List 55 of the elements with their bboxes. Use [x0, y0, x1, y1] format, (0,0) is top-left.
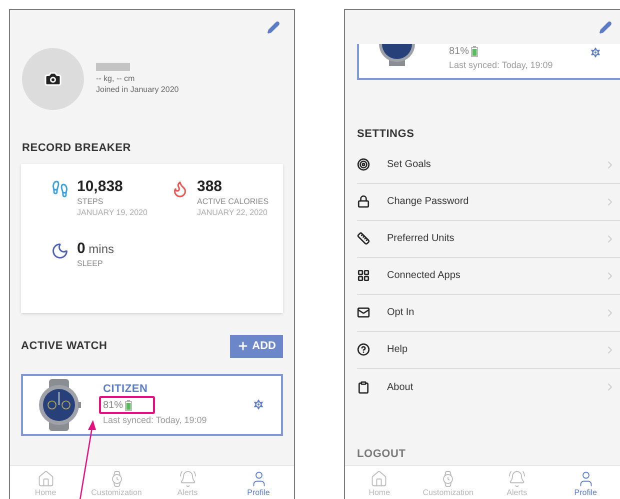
last-synced: Last synced: Today, 19:09 — [449, 59, 554, 71]
lock-icon — [357, 195, 370, 208]
record-value: 0 mins — [77, 240, 114, 258]
tab-icon — [508, 470, 526, 488]
settings-row[interactable]: Help — [357, 332, 620, 368]
tab-icon — [178, 470, 196, 488]
edit-icon[interactable] — [267, 21, 280, 34]
record-label: SLEEP — [77, 258, 104, 268]
watch-drawing — [377, 44, 417, 66]
last-synced: Last synced: Today, 19:09 — [103, 414, 208, 426]
record-value: 10,838 — [77, 178, 124, 196]
record-label: ACTIVE CALORIES — [197, 196, 269, 206]
settings-row[interactable]: Preferred Units — [357, 220, 620, 258]
settings-row[interactable]: Change Password — [357, 184, 620, 220]
moon-icon — [51, 242, 69, 260]
profile-joined: Joined in January 2020 — [96, 84, 179, 95]
tab-icon — [36, 470, 54, 488]
watch-brand: CITIZEN — [103, 383, 149, 396]
help-icon — [357, 343, 370, 356]
clipboard-icon — [357, 380, 370, 394]
edit-icon[interactable] — [599, 21, 612, 34]
settings-row[interactable]: Connected Apps — [357, 258, 620, 294]
blurred-name-block — [96, 63, 130, 71]
gear-icon[interactable] — [589, 46, 602, 59]
tab[interactable]: Profile — [226, 470, 292, 498]
record-date: JANUARY 19, 2020 — [77, 206, 148, 218]
record-value: 388 — [197, 178, 224, 196]
section-heading: RECORD BREAKER — [22, 141, 132, 156]
tab[interactable]: Profile — [552, 470, 619, 498]
mail-icon — [357, 306, 370, 319]
settings-row[interactable]: Opt In — [357, 294, 620, 332]
section-heading: ACTIVE WATCH — [21, 338, 108, 354]
profile-measurements: -- kg, -- cm — [96, 73, 136, 84]
battery-icon — [125, 400, 132, 410]
record-date: JANUARY 22, 2020 — [197, 206, 268, 218]
add-button[interactable]: ADD — [230, 334, 283, 358]
watch-card[interactable]: 81% Last synced: Today, 19:09 — [357, 44, 620, 80]
battery-percent: 81% — [103, 398, 124, 412]
target-icon — [357, 158, 370, 171]
logout-button[interactable]: LOGOUT — [357, 446, 406, 462]
battery-percent: 81% — [449, 45, 470, 59]
camera-icon — [44, 70, 62, 88]
ruler-icon — [357, 232, 370, 245]
battery-icon — [471, 46, 478, 57]
section-heading: SETTINGS — [357, 127, 416, 142]
settings-row[interactable]: Set Goals — [357, 146, 620, 184]
settings-row[interactable]: About — [357, 368, 620, 406]
gear-icon[interactable] — [252, 398, 265, 411]
plus-icon — [237, 340, 250, 352]
record-label: STEPS — [77, 196, 104, 206]
watch-card[interactable]: CITIZEN 81% Last synced: Today, 19:09 — [21, 374, 283, 436]
flame-icon — [171, 180, 189, 198]
grid-icon — [357, 269, 370, 282]
watch-drawing — [37, 378, 81, 430]
tab-icon — [370, 470, 388, 488]
